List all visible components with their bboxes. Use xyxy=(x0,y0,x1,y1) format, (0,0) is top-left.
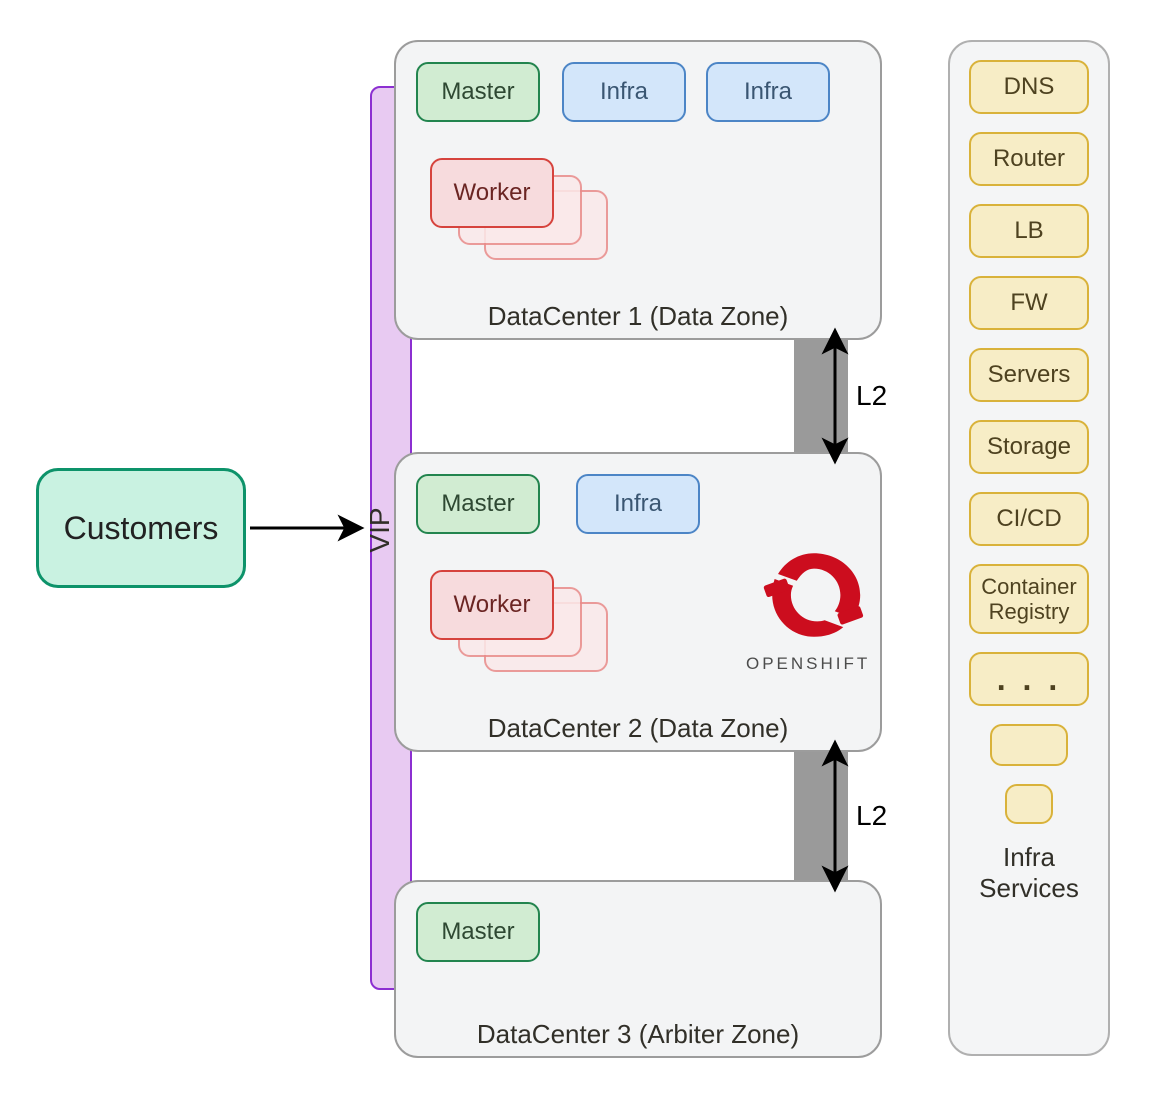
svc-cicd-label: CI/CD xyxy=(996,505,1061,533)
dc2-master-label: Master xyxy=(441,490,514,518)
svc-lb: LB xyxy=(969,204,1089,258)
svc-servers: Servers xyxy=(969,348,1089,402)
svc-ellipsis-label: . . . xyxy=(997,661,1061,698)
dc1-infra-node-1: Infra xyxy=(562,62,686,122)
l2-label-upper: L2 xyxy=(856,380,887,412)
dc3-master-label: Master xyxy=(441,918,514,946)
dc1-worker-label: Worker xyxy=(454,179,531,207)
dc1-infra-node-2: Infra xyxy=(706,62,830,122)
diagram-canvas: Customers VIP DataCenter 1 (Data Zone) M… xyxy=(0,0,1170,1103)
services-caption: Infra Services xyxy=(964,842,1094,904)
dc1-master-label: Master xyxy=(441,78,514,106)
svc-servers-label: Servers xyxy=(988,361,1071,389)
dc2-worker-node: Worker xyxy=(430,570,554,640)
infra-services-panel: DNS Router LB FW Servers Storage CI/CD C… xyxy=(948,40,1110,1056)
svc-fw-label: FW xyxy=(1010,289,1047,317)
svc-lb-label: LB xyxy=(1014,217,1043,245)
l2-label-lower: L2 xyxy=(856,800,887,832)
svc-router: Router xyxy=(969,132,1089,186)
customers-node: Customers xyxy=(36,468,246,588)
svc-fw: FW xyxy=(969,276,1089,330)
dc2-master-node: Master xyxy=(416,474,540,534)
openshift-label: OPENSHIFT xyxy=(746,654,870,674)
datacenter-2-caption: DataCenter 2 (Data Zone) xyxy=(396,713,880,744)
dc1-master-node: Master xyxy=(416,62,540,122)
customers-label: Customers xyxy=(64,510,219,547)
openshift-icon xyxy=(759,540,869,650)
dc1-infra2-label: Infra xyxy=(744,78,792,106)
dc1-worker-node: Worker xyxy=(430,158,554,228)
vip-label-text: VIP xyxy=(364,507,396,552)
svc-router-label: Router xyxy=(993,145,1065,173)
svc-storage: Storage xyxy=(969,420,1089,474)
datacenter-1-caption: DataCenter 1 (Data Zone) xyxy=(396,301,880,332)
svc-dns-label: DNS xyxy=(1004,73,1055,101)
dc2-infra-node: Infra xyxy=(576,474,700,534)
svc-ellipsis: . . . xyxy=(969,652,1089,706)
dc1-infra1-label: Infra xyxy=(600,78,648,106)
svc-dns: DNS xyxy=(969,60,1089,114)
dc3-master-node: Master xyxy=(416,902,540,962)
svc-storage-label: Storage xyxy=(987,433,1071,461)
datacenter-3-caption: DataCenter 3 (Arbiter Zone) xyxy=(396,1019,880,1050)
svc-small-1 xyxy=(990,724,1068,766)
svc-small-2 xyxy=(1005,784,1053,824)
dc2-infra-label: Infra xyxy=(614,490,662,518)
svc-registry-label: Container Registry xyxy=(971,574,1087,625)
svc-registry: Container Registry xyxy=(969,564,1089,634)
svc-cicd: CI/CD xyxy=(969,492,1089,546)
dc2-worker-label: Worker xyxy=(454,591,531,619)
